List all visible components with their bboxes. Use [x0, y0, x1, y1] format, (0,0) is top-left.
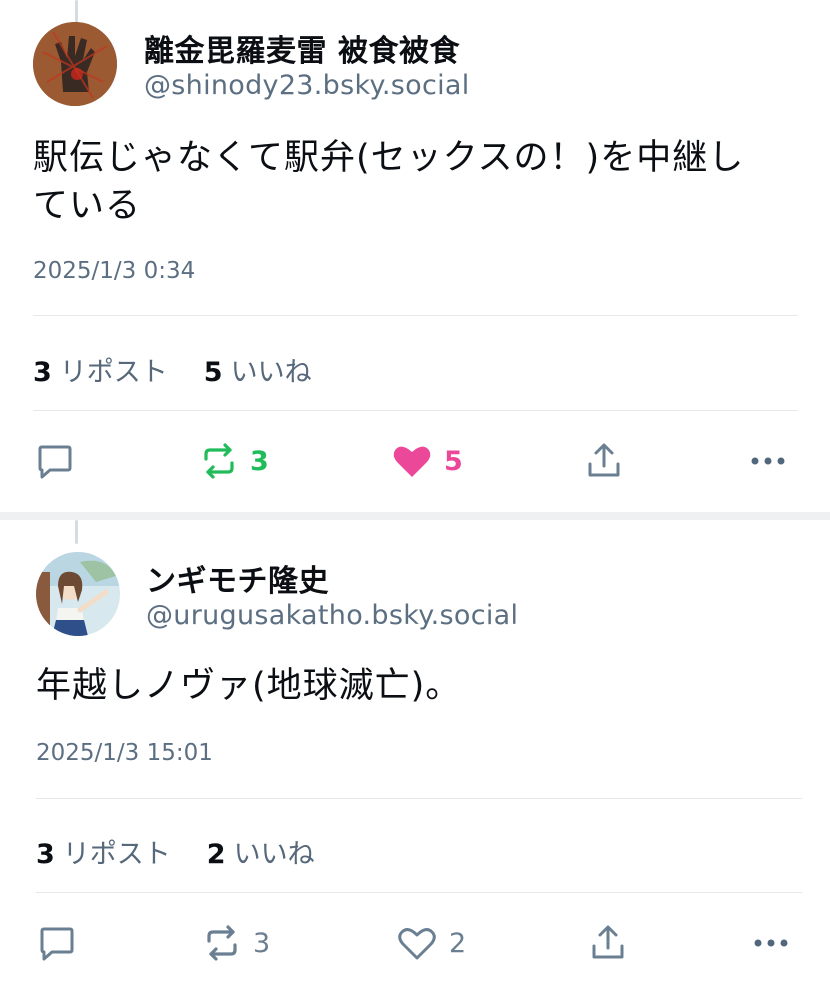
likes-count: 5 [203, 357, 223, 388]
engagement-stats: 3 リポスト 5 いいね [33, 350, 312, 389]
more-options-button[interactable] [749, 448, 787, 474]
more-options-button[interactable] [752, 930, 790, 956]
repost-button[interactable]: 3 [203, 924, 270, 962]
author-name[interactable]: 離金毘羅麦雷 被食被食 [144, 26, 460, 70]
reposts-stat[interactable]: 3 リポスト [36, 832, 171, 871]
thread-line [75, 0, 78, 24]
share-button[interactable] [586, 442, 622, 480]
likes-label: いいね [230, 357, 312, 388]
share-icon [590, 924, 626, 962]
post-text-line: ている [33, 186, 142, 226]
author-handle[interactable]: @shinody23.bsky.social [144, 70, 470, 101]
avatar[interactable] [33, 22, 117, 106]
likes-stat[interactable]: 5 いいね [204, 350, 312, 389]
post-timestamp: 2025/1/3 15:01 [36, 740, 213, 766]
reposts-label: リポスト [59, 357, 168, 388]
divider [33, 410, 798, 411]
like-button[interactable]: 2 [397, 925, 466, 961]
more-icon [752, 930, 790, 956]
reply-icon [36, 444, 74, 480]
more-icon [749, 448, 787, 474]
post-separator [0, 512, 830, 520]
reposts-count: 3 [36, 839, 55, 870]
post-card[interactable]: ンギモチ隆史 @urugusakatho.bsky.social 年越しノヴァ(… [0, 520, 830, 1000]
post-timestamp: 2025/1/3 0:34 [33, 258, 196, 284]
repost-icon [203, 924, 241, 962]
engagement-stats: 3 リポスト 2 いいね [36, 832, 315, 871]
post-text: 駅伝じゃなくて駅弁(セックスの！)を中継し ている [33, 134, 744, 230]
likes-label: いいね [233, 839, 315, 870]
like-count: 2 [449, 927, 467, 959]
share-icon [586, 442, 622, 480]
post-text-line: 年越しノヴァ(地球滅亡)。 [36, 666, 462, 706]
reposts-stat[interactable]: 3 リポスト [33, 350, 168, 389]
repost-count: 3 [253, 927, 271, 959]
post-text: 年越しノヴァ(地球滅亡)。 [36, 662, 461, 710]
post-card[interactable]: 離金毘羅麦雷 被食被食 @shinody23.bsky.social 駅伝じゃな… [0, 0, 830, 512]
reply-icon [38, 926, 76, 962]
heart-icon [392, 443, 432, 479]
likes-stat[interactable]: 2 いいね [207, 832, 315, 871]
author-handle[interactable]: @urugusakatho.bsky.social [146, 600, 518, 631]
likes-count: 2 [206, 839, 226, 870]
like-button[interactable]: 5 [392, 443, 463, 479]
thread-line [75, 520, 78, 544]
reposts-count: 3 [33, 357, 52, 388]
reposts-label: リポスト [62, 839, 171, 870]
heart-icon [397, 925, 437, 961]
divider [36, 798, 802, 799]
share-button[interactable] [590, 924, 626, 962]
reply-button[interactable] [38, 926, 76, 962]
like-count: 5 [444, 445, 463, 477]
reply-button[interactable] [36, 444, 74, 480]
post-text-line: 駅伝じゃなくて駅弁(セックスの！)を中継し [33, 138, 745, 178]
repost-icon [200, 442, 238, 480]
repost-count: 3 [250, 445, 269, 477]
divider [36, 892, 802, 893]
author-name[interactable]: ンギモチ隆史 [146, 556, 329, 600]
divider [33, 315, 798, 316]
avatar[interactable] [36, 552, 120, 636]
repost-button[interactable]: 3 [200, 442, 269, 480]
